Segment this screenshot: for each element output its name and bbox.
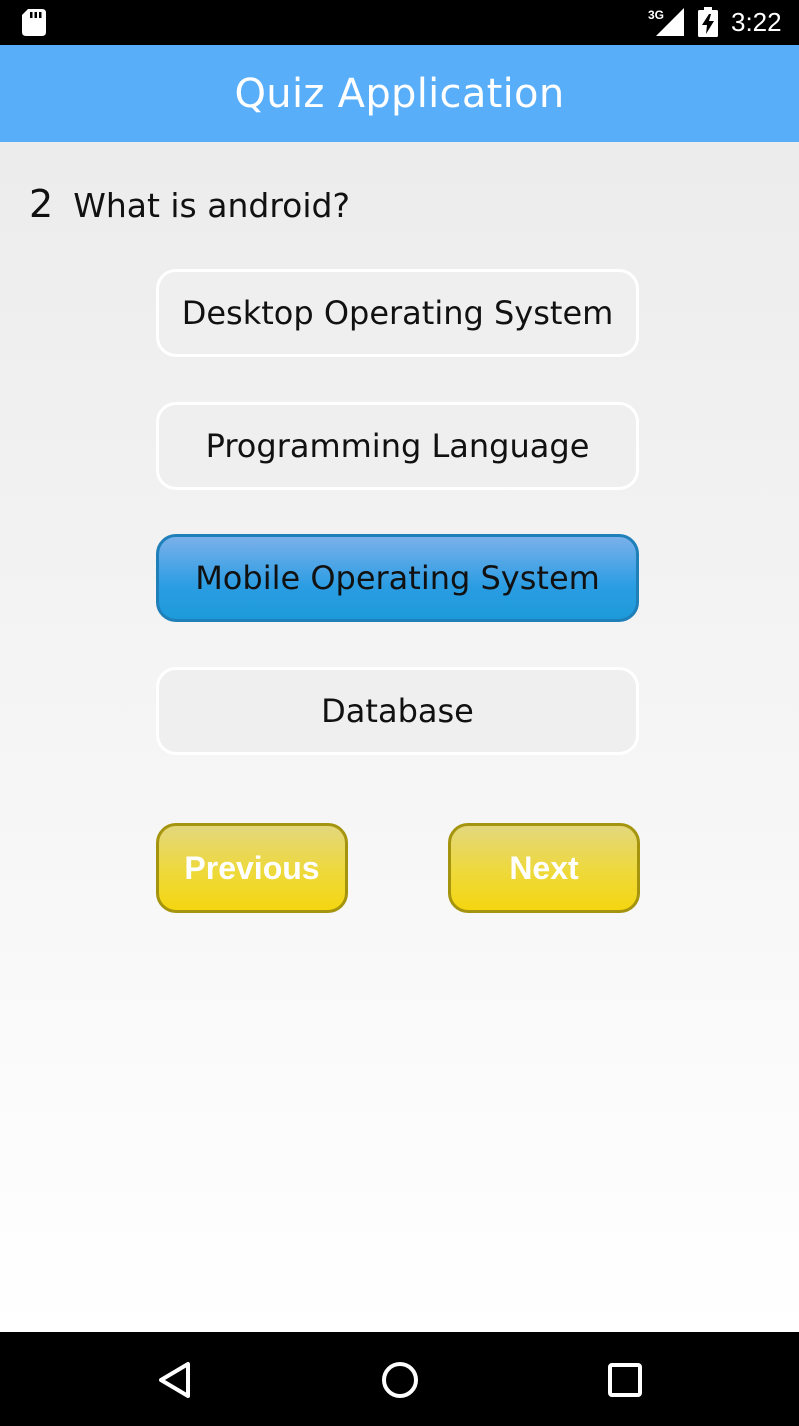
system-navigation-bar bbox=[0, 1332, 799, 1426]
network-type-label: 3G bbox=[648, 8, 664, 22]
question-number: 2 bbox=[29, 182, 54, 226]
option-button-1[interactable]: Desktop Operating System bbox=[156, 269, 639, 357]
home-icon[interactable] bbox=[380, 1360, 420, 1400]
question-row: 2 What is android? bbox=[29, 182, 350, 226]
option-button-3-selected[interactable]: Mobile Operating System bbox=[156, 534, 639, 622]
status-clock: 3:22 bbox=[731, 7, 782, 37]
app-title: Quiz Application bbox=[234, 70, 565, 117]
sd-card-icon bbox=[22, 9, 46, 36]
recents-icon[interactable] bbox=[607, 1362, 643, 1398]
battery-charging-icon bbox=[698, 7, 718, 37]
app-bar: Quiz Application bbox=[0, 45, 799, 142]
next-button[interactable]: Next bbox=[448, 823, 640, 913]
question-text: What is android? bbox=[73, 186, 350, 225]
previous-button[interactable]: Previous bbox=[156, 823, 348, 913]
status-bar: 3G 3:22 bbox=[0, 0, 799, 45]
option-button-4[interactable]: Database bbox=[156, 667, 639, 755]
quiz-content: 2 What is android? Desktop Operating Sys… bbox=[0, 142, 799, 1332]
option-button-2[interactable]: Programming Language bbox=[156, 402, 639, 490]
back-icon[interactable] bbox=[156, 1360, 194, 1400]
signal-3g-icon: 3G bbox=[648, 8, 684, 36]
